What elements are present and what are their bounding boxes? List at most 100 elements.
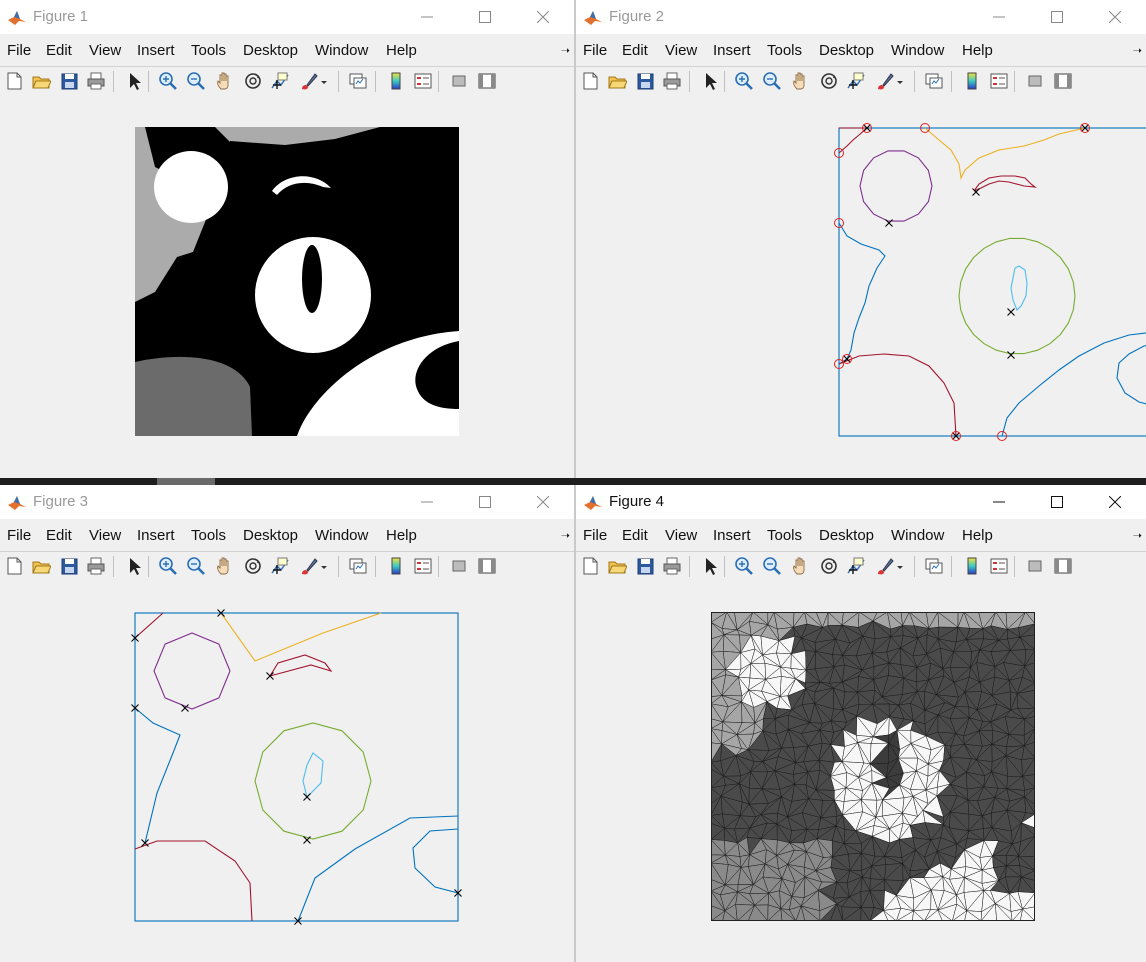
brush-dropdown-icon[interactable] <box>896 71 904 91</box>
pan-icon[interactable] <box>215 556 235 576</box>
legend-icon[interactable] <box>413 556 433 576</box>
hide-plot-tools-icon[interactable] <box>1025 71 1045 91</box>
print-icon[interactable] <box>662 71 682 91</box>
brush-icon[interactable] <box>298 556 318 576</box>
save-icon[interactable] <box>59 556 79 576</box>
print-icon[interactable] <box>86 556 106 576</box>
zoom-out-icon[interactable] <box>762 556 782 576</box>
menu-window[interactable]: Window <box>891 527 944 544</box>
zoom-in-icon[interactable] <box>158 556 178 576</box>
brush-icon[interactable] <box>874 71 894 91</box>
save-icon[interactable] <box>635 71 655 91</box>
menu-insert[interactable]: Insert <box>137 527 175 544</box>
hide-plot-tools-icon[interactable] <box>449 556 469 576</box>
rotate-3d-icon[interactable] <box>819 71 839 91</box>
menu-overflow-arrow-icon[interactable]: ➝ <box>1133 44 1142 57</box>
contour-detail-axes[interactable] <box>704 120 1146 445</box>
menu-window[interactable]: Window <box>315 527 368 544</box>
legend-icon[interactable] <box>989 556 1009 576</box>
menu-view[interactable]: View <box>89 527 121 544</box>
triangle-mesh-axes[interactable] <box>711 612 1035 921</box>
zoom-in-icon[interactable] <box>734 71 754 91</box>
save-icon[interactable] <box>635 556 655 576</box>
legend-icon[interactable] <box>413 71 433 91</box>
menu-insert[interactable]: Insert <box>137 42 175 59</box>
menu-view[interactable]: View <box>665 42 697 59</box>
menu-overflow-arrow-icon[interactable]: ➝ <box>561 44 570 57</box>
minimize-button[interactable] <box>970 485 1028 519</box>
menu-help[interactable]: Help <box>386 527 417 544</box>
open-file-icon[interactable] <box>607 71 627 91</box>
print-icon[interactable] <box>662 556 682 576</box>
menu-tools[interactable]: Tools <box>191 527 226 544</box>
colorbar-icon[interactable] <box>962 71 982 91</box>
zoom-out-icon[interactable] <box>186 71 206 91</box>
colorbar-icon[interactable] <box>386 71 406 91</box>
open-file-icon[interactable] <box>31 556 51 576</box>
data-cursor-icon[interactable] <box>846 556 866 576</box>
menu-file[interactable]: File <box>7 42 31 59</box>
menu-tools[interactable]: Tools <box>191 42 226 59</box>
menu-file[interactable]: File <box>7 527 31 544</box>
colorbar-icon[interactable] <box>962 556 982 576</box>
data-cursor-icon[interactable] <box>270 71 290 91</box>
maximize-button[interactable] <box>1028 485 1086 519</box>
menu-edit[interactable]: Edit <box>46 527 72 544</box>
open-file-icon[interactable] <box>31 71 51 91</box>
title-bar[interactable]: Figure 3 <box>0 485 574 519</box>
minimize-button[interactable] <box>398 485 456 519</box>
divider-grip[interactable] <box>157 478 215 485</box>
maximize-button[interactable] <box>456 485 514 519</box>
title-bar[interactable]: Figure 2 <box>576 0 1146 34</box>
menu-desktop[interactable]: Desktop <box>819 42 874 59</box>
hide-plot-tools-icon[interactable] <box>449 71 469 91</box>
menu-edit[interactable]: Edit <box>46 42 72 59</box>
show-plot-tools-icon[interactable] <box>477 556 497 576</box>
minimize-button[interactable] <box>398 0 456 34</box>
link-plot-icon[interactable] <box>348 556 368 576</box>
menu-tools[interactable]: Tools <box>767 42 802 59</box>
close-button[interactable] <box>1086 485 1144 519</box>
zoom-in-icon[interactable] <box>734 556 754 576</box>
menu-desktop[interactable]: Desktop <box>819 527 874 544</box>
title-bar[interactable]: Figure 1 <box>0 0 574 34</box>
pan-icon[interactable] <box>791 556 811 576</box>
show-plot-tools-icon[interactable] <box>1053 71 1073 91</box>
rotate-3d-icon[interactable] <box>819 556 839 576</box>
title-bar[interactable]: Figure 4 <box>576 485 1146 519</box>
simplified-polygon-axes[interactable] <box>128 605 468 930</box>
menu-tools[interactable]: Tools <box>767 527 802 544</box>
new-file-icon[interactable] <box>4 556 24 576</box>
menu-desktop[interactable]: Desktop <box>243 42 298 59</box>
save-icon[interactable] <box>59 71 79 91</box>
brush-dropdown-icon[interactable] <box>896 556 904 576</box>
menu-insert[interactable]: Insert <box>713 527 751 544</box>
menu-file[interactable]: File <box>583 42 607 59</box>
close-button[interactable] <box>514 0 572 34</box>
brush-dropdown-icon[interactable] <box>320 71 328 91</box>
menu-insert[interactable]: Insert <box>713 42 751 59</box>
link-plot-icon[interactable] <box>924 556 944 576</box>
zoom-out-icon[interactable] <box>762 71 782 91</box>
close-button[interactable] <box>1086 0 1144 34</box>
data-cursor-icon[interactable] <box>270 556 290 576</box>
pointer-icon[interactable] <box>700 556 720 576</box>
rotate-3d-icon[interactable] <box>243 556 263 576</box>
menu-help[interactable]: Help <box>386 42 417 59</box>
hide-plot-tools-icon[interactable] <box>1025 556 1045 576</box>
close-button[interactable] <box>514 485 572 519</box>
pan-icon[interactable] <box>215 71 235 91</box>
link-plot-icon[interactable] <box>348 71 368 91</box>
brush-icon[interactable] <box>874 556 894 576</box>
show-plot-tools-icon[interactable] <box>1053 556 1073 576</box>
data-cursor-icon[interactable] <box>846 71 866 91</box>
pointer-icon[interactable] <box>124 556 144 576</box>
menu-overflow-arrow-icon[interactable]: ➝ <box>1133 529 1142 542</box>
pointer-icon[interactable] <box>700 71 720 91</box>
colorbar-icon[interactable] <box>386 556 406 576</box>
link-plot-icon[interactable] <box>924 71 944 91</box>
menu-desktop[interactable]: Desktop <box>243 527 298 544</box>
legend-icon[interactable] <box>989 71 1009 91</box>
pointer-icon[interactable] <box>124 71 144 91</box>
brush-dropdown-icon[interactable] <box>320 556 328 576</box>
